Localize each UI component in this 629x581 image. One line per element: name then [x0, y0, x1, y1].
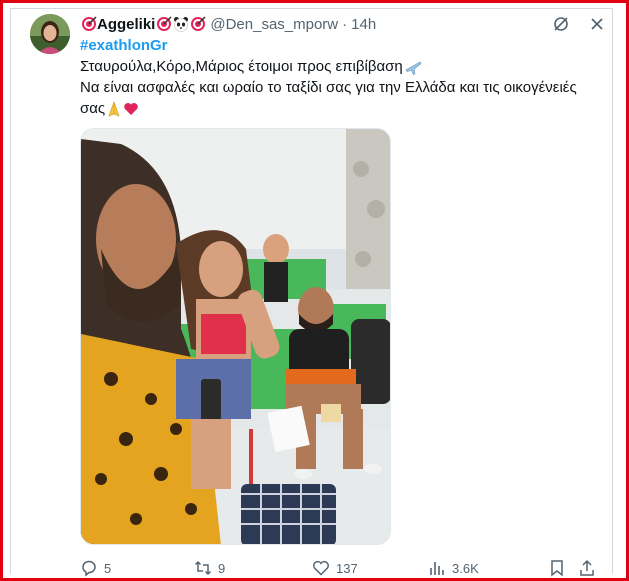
author-name[interactable]: Aggeliki	[97, 16, 155, 33]
tweet-text: Σταυρούλα,Κόρο,Μάριος έτοιμοι προς επιβί…	[80, 58, 403, 75]
reply-count: 5	[104, 560, 112, 576]
tweet-text-line-3: σας	[80, 100, 139, 117]
tweet-photo[interactable]	[80, 128, 391, 545]
author-handle[interactable]: @Den_sas_mporw	[210, 16, 338, 33]
reply-icon	[82, 560, 96, 577]
hashtag-link[interactable]: #exathlonGr	[80, 37, 168, 54]
tweet-text-line-1: Σταυρούλα,Κόρο,Μάριος έτοιμοι προς επιβί…	[80, 58, 422, 75]
airplane-emoji-icon	[404, 59, 422, 75]
red-heart-emoji-icon	[123, 101, 139, 117]
bookmark-button[interactable]	[548, 559, 566, 577]
tweet-actions: 5 9 137 3.6K	[80, 559, 600, 579]
like-button[interactable]: 137	[312, 559, 358, 577]
avatar[interactable]	[30, 14, 70, 54]
panda-emoji-icon	[173, 16, 189, 32]
target-emoji-icon	[156, 16, 172, 32]
retweet-icon	[194, 560, 212, 576]
views-count: 3.6K	[452, 560, 479, 576]
bookmark-icon	[551, 560, 563, 577]
target-emoji-icon	[81, 16, 97, 32]
timestamp[interactable]: 14h	[351, 16, 376, 33]
reply-button[interactable]: 5	[80, 559, 111, 577]
share-button[interactable]	[578, 559, 596, 577]
more-icon[interactable]	[588, 15, 606, 33]
share-icon	[580, 559, 594, 576]
target-emoji-icon	[190, 16, 206, 32]
praying-hands-emoji-icon	[106, 101, 122, 117]
grok-icon[interactable]	[552, 15, 570, 33]
tweet-text: σας	[80, 100, 106, 117]
tweet-text-line-2: Να είναι ασφαλές και ωραίο το ταξίδι σας…	[80, 79, 577, 96]
retweet-count: 9	[218, 560, 226, 576]
tweet-header: Aggeliki @Den_sas_mporw · 14h	[80, 14, 376, 34]
retweet-button[interactable]: 9	[194, 559, 225, 577]
like-icon	[313, 560, 329, 576]
separator-dot: ·	[342, 15, 348, 33]
views-button[interactable]: 3.6K	[428, 559, 479, 577]
like-count: 137	[336, 560, 358, 576]
views-icon	[430, 562, 444, 575]
